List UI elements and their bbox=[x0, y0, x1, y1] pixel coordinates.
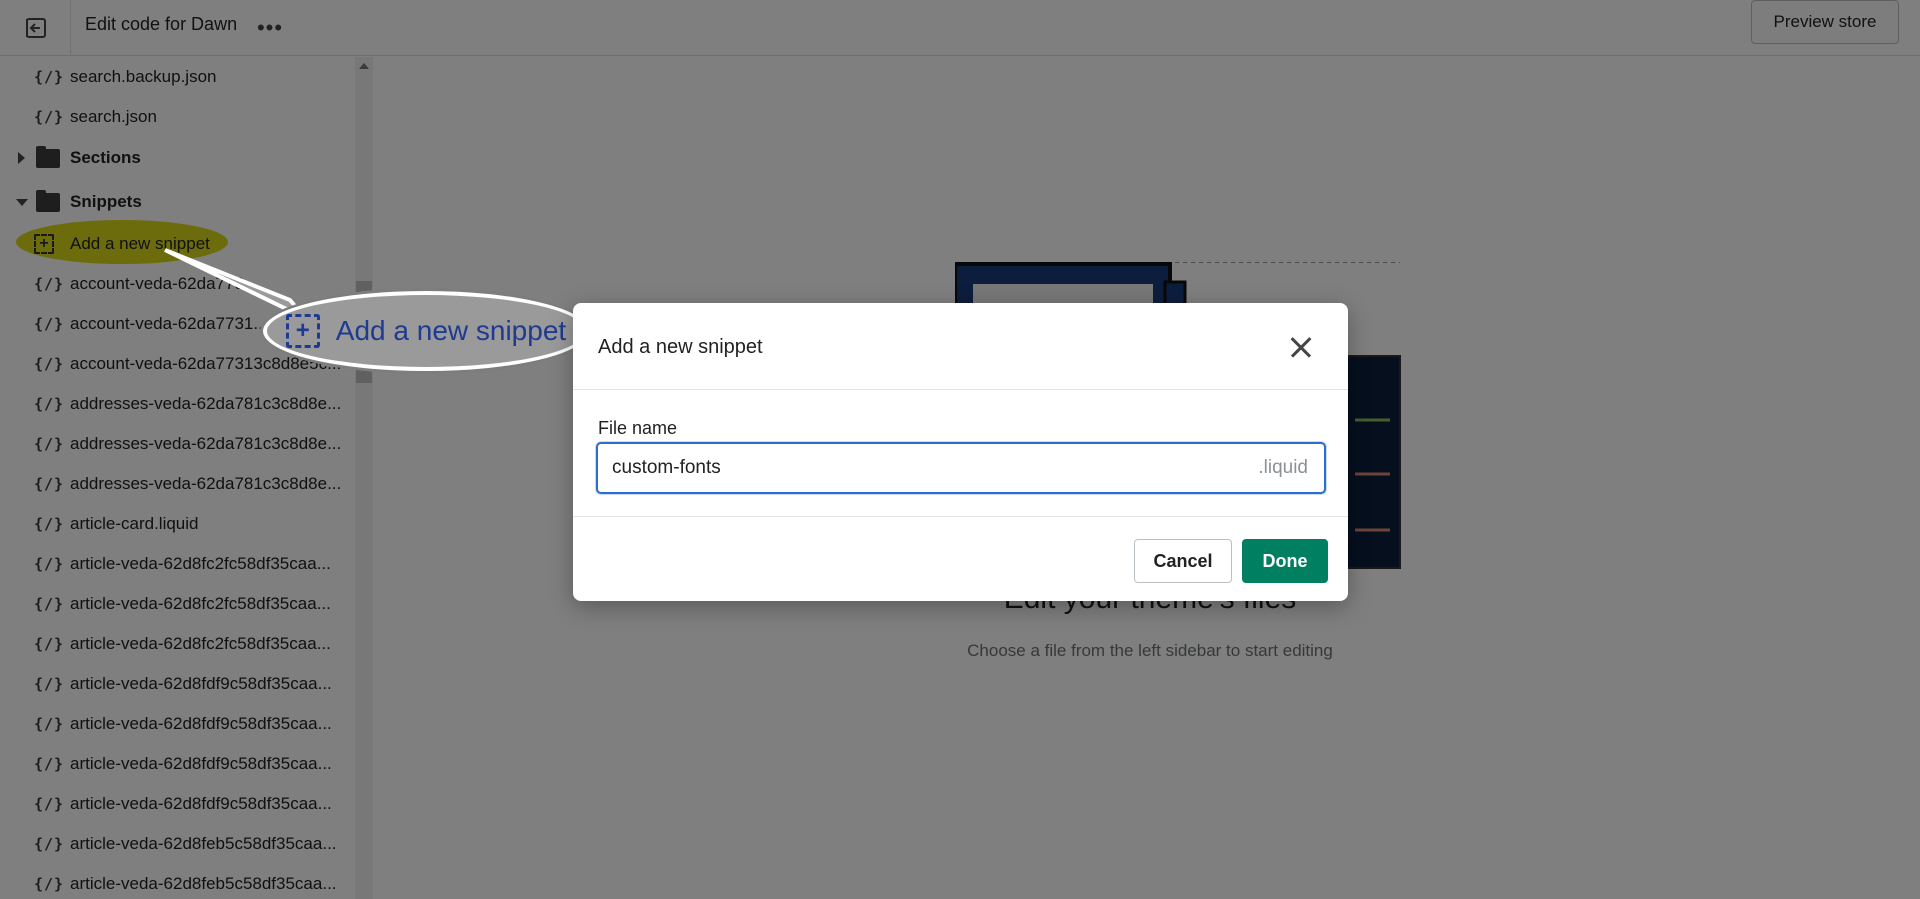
cancel-button[interactable]: Cancel bbox=[1134, 539, 1232, 583]
file-suffix: .liquid bbox=[1258, 457, 1308, 478]
add-snippet-dialog: Add a new snippet File name .liquid Canc… bbox=[573, 303, 1348, 601]
callout-text: Add a new snippet bbox=[335, 315, 567, 346]
close-icon[interactable] bbox=[1283, 329, 1319, 365]
file-name-input[interactable] bbox=[612, 444, 1212, 492]
file-name-label: File name bbox=[598, 418, 678, 438]
dialog-title: Add a new snippet bbox=[598, 336, 763, 358]
dialog-header: Add a new snippet bbox=[573, 303, 1348, 390]
file-name-field[interactable]: .liquid bbox=[596, 442, 1326, 494]
zoom-callout: + Add a new snippet bbox=[263, 291, 589, 371]
dialog-footer: Cancel Done bbox=[573, 516, 1348, 602]
done-button[interactable]: Done bbox=[1242, 539, 1328, 583]
add-file-icon: + bbox=[285, 314, 320, 348]
